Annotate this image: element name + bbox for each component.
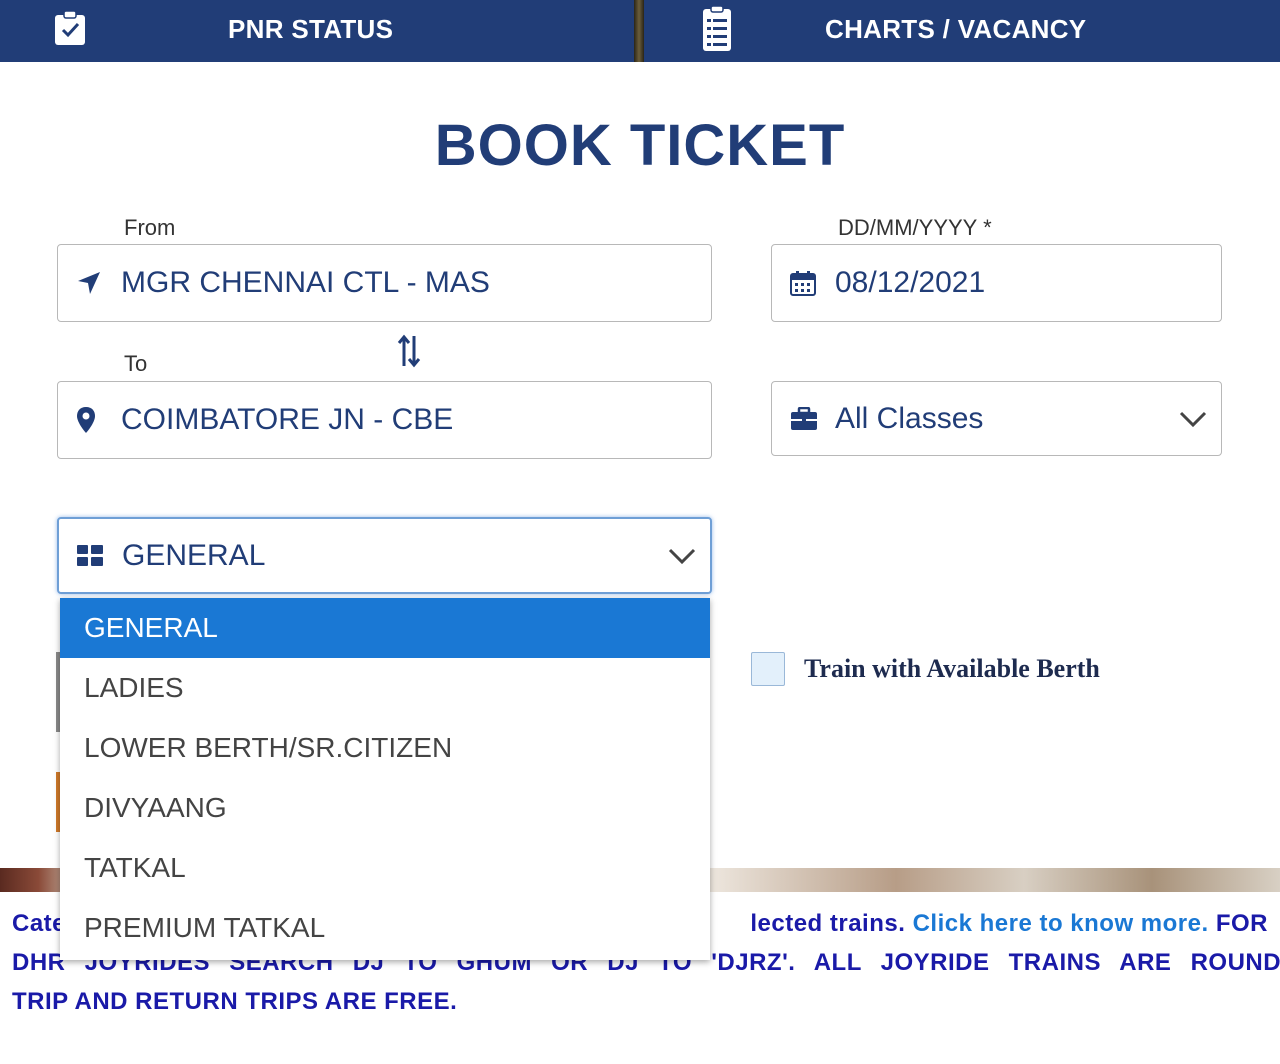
- know-more-link[interactable]: Click here to know more.: [913, 910, 1209, 937]
- from-station-value: MGR CHENNAI CTL - MAS: [121, 266, 490, 299]
- quota-option[interactable]: DIVYAANG: [60, 778, 710, 838]
- available-berth-label[interactable]: Train with Available Berth: [804, 654, 1100, 684]
- notice-line-1-start: Cate: [12, 910, 67, 937]
- quota-option[interactable]: PREMIUM TATKAL: [60, 898, 710, 958]
- swap-stations-button[interactable]: [390, 332, 428, 370]
- quota-dropdown-list: GENERAL LADIES LOWER BERTH/SR.CITIZEN DIVYA…: [60, 598, 710, 960]
- map-pin-icon: [76, 406, 96, 434]
- to-station-input[interactable]: COIMBATORE JN - CBE: [57, 381, 712, 459]
- quota-option[interactable]: LADIES: [60, 658, 710, 718]
- briefcase-icon: [790, 406, 818, 431]
- quota-option[interactable]: GENERAL: [60, 598, 710, 658]
- class-value: All Classes: [835, 401, 984, 435]
- quota-value: GENERAL: [122, 538, 266, 572]
- journey-date-input[interactable]: 08/12/2021: [771, 244, 1222, 322]
- location-arrow-icon: [76, 270, 102, 296]
- date-label: DD/MM/YYYY *: [838, 215, 992, 240]
- chevron-down-icon: [668, 547, 696, 565]
- quota-option[interactable]: LOWER BERTH/SR.CITIZEN: [60, 718, 710, 778]
- page-title: BOOK TICKET: [434, 113, 846, 178]
- pnr-status-tab[interactable]: PNR STATUS: [0, 0, 640, 62]
- class-select[interactable]: All Classes: [771, 381, 1222, 456]
- quota-select[interactable]: GENERAL: [57, 517, 712, 594]
- grid-icon: [77, 544, 103, 567]
- document-list-icon: [702, 5, 732, 57]
- charts-vacancy-label: CHARTS / VACANCY: [825, 14, 1087, 44]
- pnr-status-label: PNR STATUS: [228, 14, 394, 44]
- from-label: From: [124, 215, 176, 240]
- calendar-icon: [790, 270, 816, 296]
- nav-divider: [634, 0, 644, 62]
- notice-line-1-tail: FOR: [1215, 910, 1268, 937]
- clipboard-check-icon: [52, 10, 88, 51]
- notice-line-1-end: lected trains.: [750, 910, 906, 937]
- notice-line-1-right: lected trains. Click here to know more. …: [750, 904, 1268, 943]
- from-station-input[interactable]: MGR CHENNAI CTL - MAS: [57, 244, 712, 322]
- journey-date-value: 08/12/2021: [835, 266, 986, 299]
- notice-line-3: TRIP AND RETURN TRIPS ARE FREE.: [12, 988, 458, 1015]
- swap-arrows-icon: [396, 334, 422, 368]
- charts-vacancy-tab[interactable]: CHARTS / VACANCY: [640, 0, 1280, 62]
- top-nav-bar: PNR STATUS CHARTS / VACANCY: [0, 0, 1280, 62]
- chevron-down-icon: [1179, 410, 1207, 428]
- to-label: To: [124, 351, 148, 376]
- available-berth-checkbox[interactable]: [751, 652, 785, 686]
- quota-option[interactable]: TATKAL: [60, 838, 710, 898]
- to-station-value: COIMBATORE JN - CBE: [121, 403, 454, 436]
